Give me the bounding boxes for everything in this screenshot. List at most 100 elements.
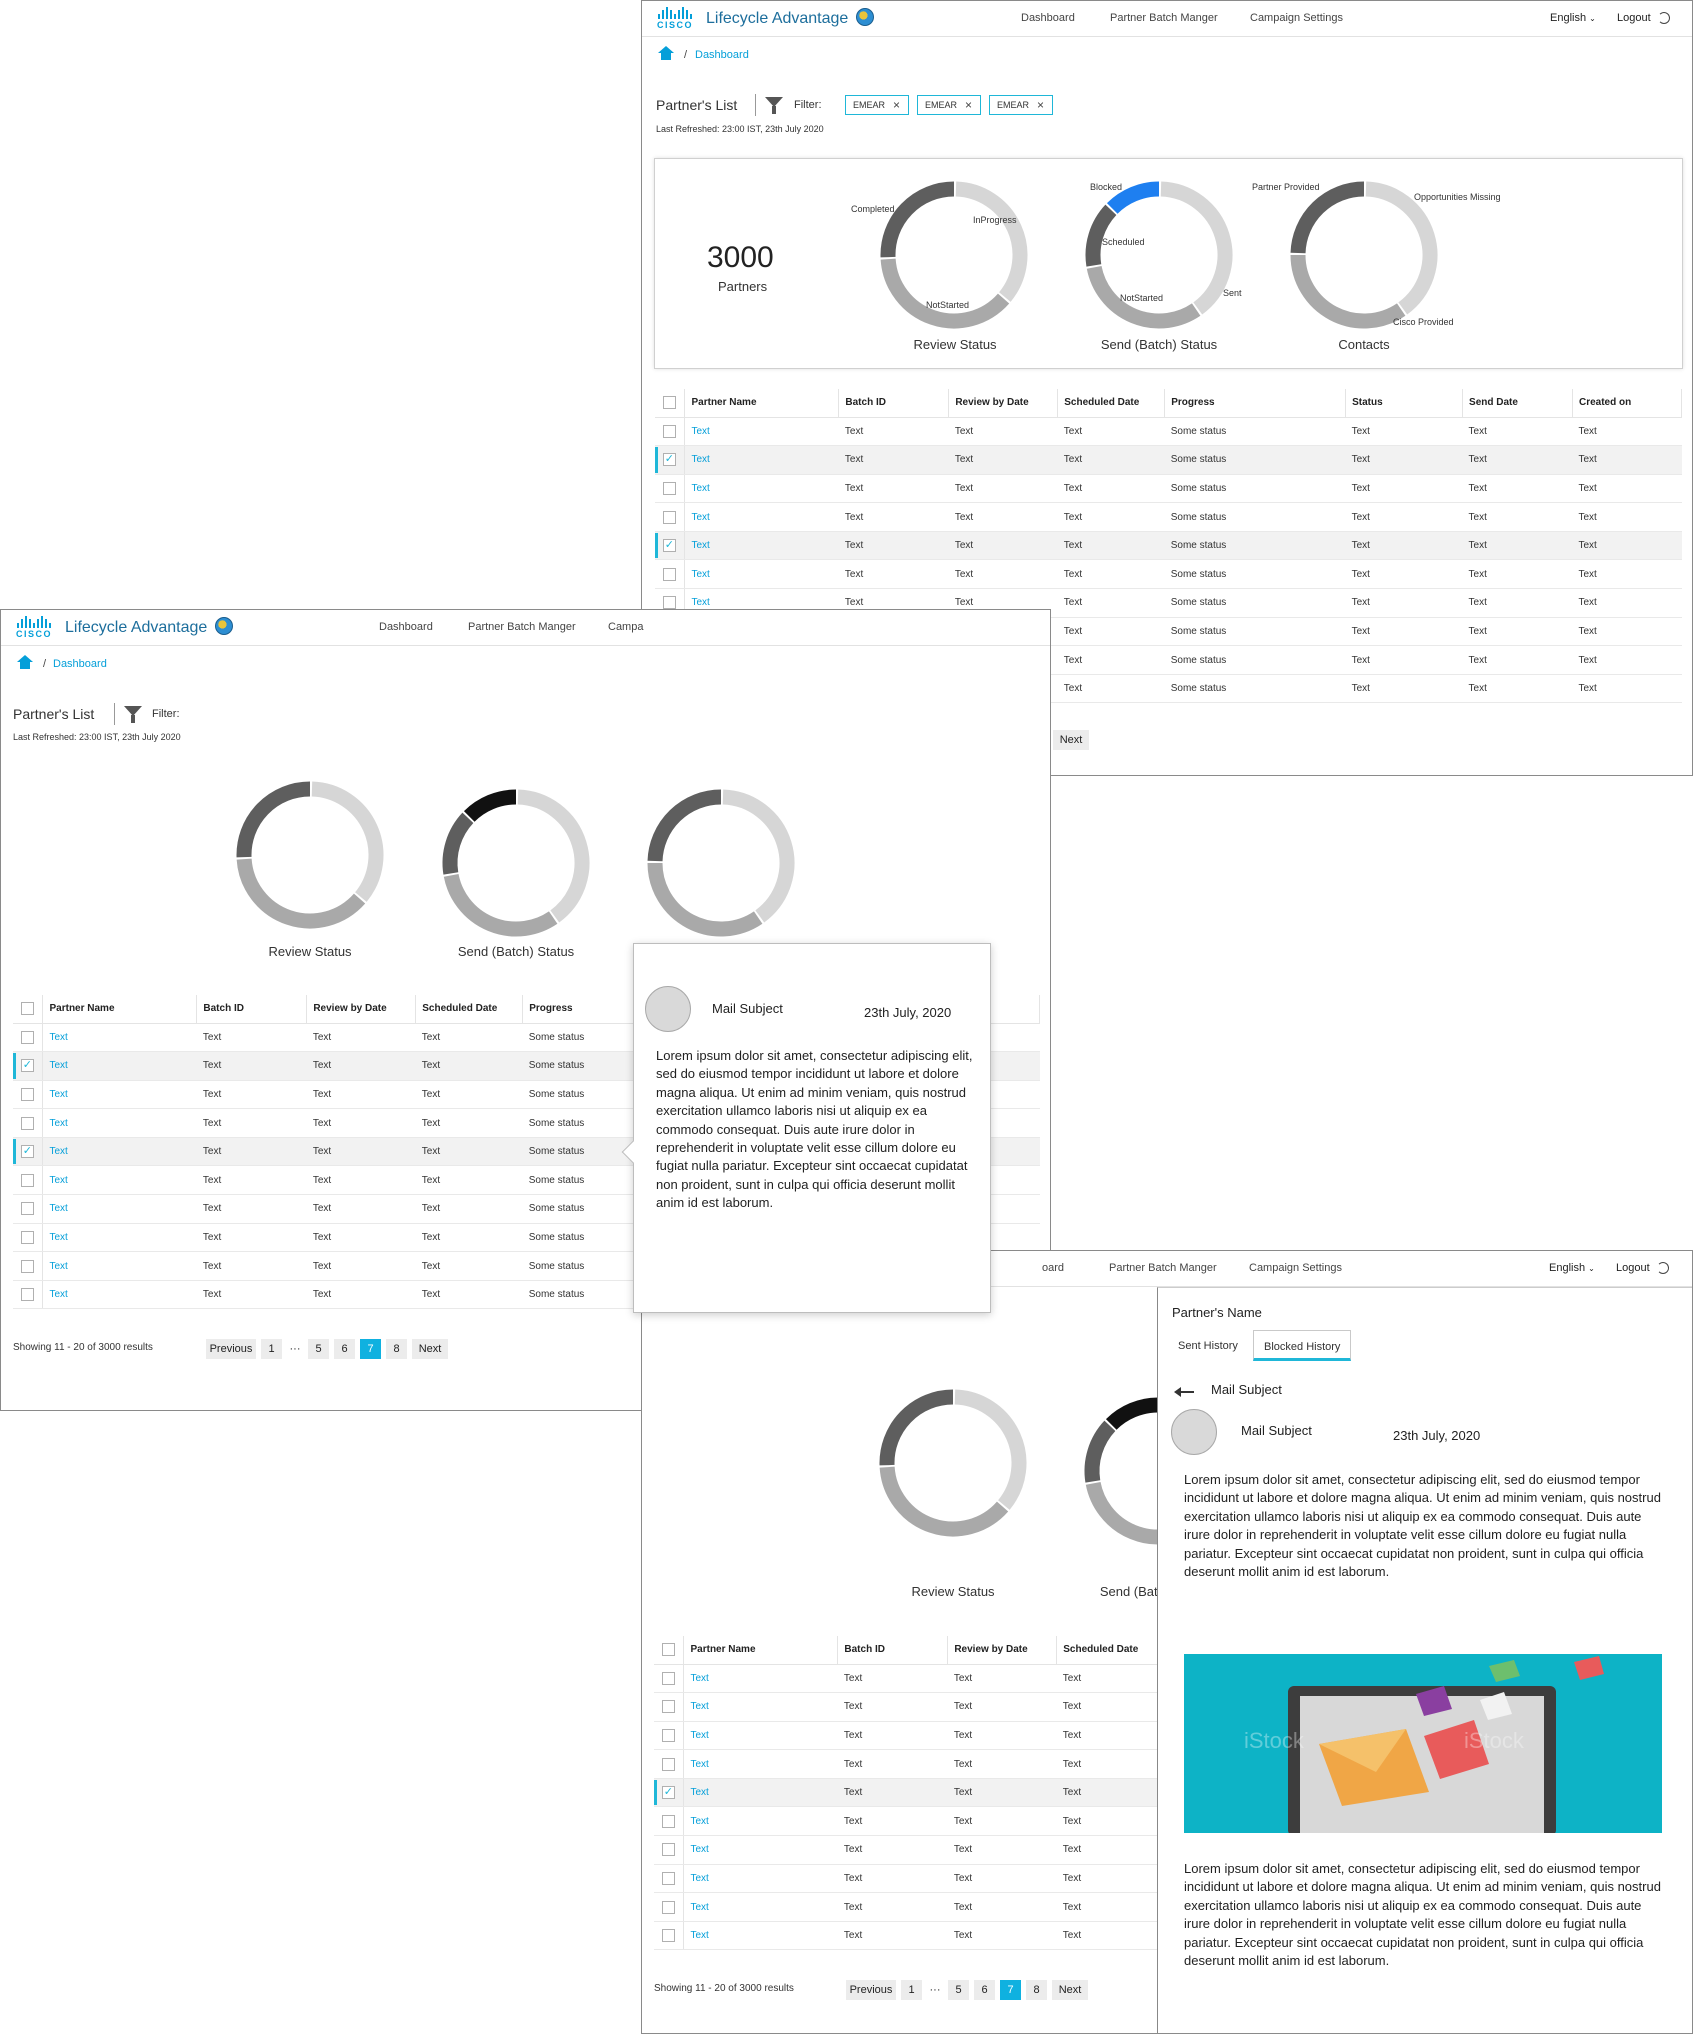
row-checkbox[interactable] — [20, 1202, 34, 1216]
row-checkbox[interactable] — [20, 1030, 34, 1044]
page-button[interactable]: 8 — [386, 1339, 407, 1359]
column-header[interactable]: Status — [1345, 389, 1464, 418]
page-button[interactable]: 8 — [1026, 1980, 1047, 2000]
breadcrumb-dashboard[interactable]: Dashboard — [53, 658, 107, 670]
partner-name-link[interactable]: Text — [42, 1080, 197, 1110]
page-button[interactable]: 5 — [948, 1980, 969, 2000]
row-checkbox[interactable] — [661, 1900, 675, 1914]
tab-sent-history[interactable]: Sent History — [1168, 1330, 1248, 1361]
close-icon[interactable]: × — [965, 98, 972, 112]
select-all-checkbox[interactable] — [662, 396, 676, 410]
row-checkbox[interactable] — [662, 596, 676, 610]
column-header[interactable]: Scheduled Date — [415, 995, 524, 1024]
row-checkbox[interactable] — [662, 567, 676, 581]
partner-name-link[interactable]: Text — [683, 1806, 838, 1837]
row-checkbox[interactable] — [661, 1929, 675, 1943]
row-checkbox[interactable] — [20, 1173, 34, 1187]
close-icon[interactable]: × — [1037, 98, 1044, 112]
tab-blocked-history[interactable]: Blocked History — [1253, 1330, 1352, 1361]
next-button[interactable]: Next — [1053, 730, 1089, 750]
breadcrumb-dashboard[interactable]: Dashboard — [695, 49, 749, 61]
partner-name-link[interactable]: Text — [683, 1921, 838, 1951]
nav-campaign-settings[interactable]: Campaign Settings — [1250, 12, 1343, 24]
nav-dashboard[interactable]: Dashboard — [379, 621, 433, 633]
row-checkbox[interactable] — [661, 1671, 675, 1685]
row-checkbox[interactable] — [662, 481, 676, 495]
row-checkbox[interactable] — [20, 1144, 34, 1159]
table-row[interactable]: TextTextTextTextSome statusTextTextText — [655, 445, 1682, 475]
row-checkbox[interactable] — [662, 510, 676, 524]
row-checkbox[interactable] — [661, 1728, 675, 1742]
page-button[interactable]: 7 — [360, 1339, 381, 1359]
column-header[interactable]: Created on — [1572, 389, 1683, 418]
column-header[interactable]: Batch ID — [837, 1636, 949, 1665]
table-row[interactable]: TextTextTextTextSome statusTextTextText — [655, 474, 1682, 504]
select-all-checkbox[interactable] — [661, 1643, 675, 1657]
filter-icon[interactable] — [765, 97, 783, 115]
partner-name-link[interactable]: Text — [683, 1778, 838, 1808]
partner-name-link[interactable]: Text — [683, 1664, 838, 1694]
column-header[interactable]: Progress — [1164, 389, 1347, 418]
column-header[interactable]: Partner Name — [683, 1636, 839, 1665]
select-all-checkbox[interactable] — [20, 1002, 34, 1016]
row-checkbox[interactable] — [661, 1757, 675, 1771]
column-header[interactable]: Partner Name — [42, 995, 198, 1024]
nav-dashboard[interactable]: oard — [1042, 1262, 1064, 1274]
partner-name-link[interactable]: Text — [684, 559, 839, 590]
filter-chip[interactable]: EMEAR × — [917, 95, 981, 115]
row-checkbox[interactable] — [20, 1087, 34, 1101]
next-button[interactable]: Next — [1052, 1980, 1088, 2000]
partner-name-link[interactable]: Text — [684, 502, 839, 532]
previous-button[interactable]: Previous — [206, 1339, 256, 1359]
nav-campaign-settings[interactable]: Campaign Settings — [1249, 1262, 1342, 1274]
column-header[interactable]: Partner Name — [684, 389, 840, 418]
partner-name-link[interactable]: Text — [684, 531, 839, 561]
language-select[interactable]: English ⌄ — [1550, 12, 1596, 24]
column-header[interactable]: Send Date — [1462, 389, 1573, 418]
partner-name-link[interactable]: Text — [42, 1108, 197, 1138]
page-button[interactable]: 7 — [1000, 1980, 1021, 2000]
partner-name-link[interactable]: Text — [684, 445, 839, 475]
next-button[interactable]: Next — [412, 1339, 448, 1359]
back-arrow-icon[interactable] — [1174, 1387, 1194, 1397]
page-button[interactable]: 6 — [974, 1980, 995, 2000]
partner-name-link[interactable]: Text — [42, 1194, 197, 1224]
table-row[interactable]: TextTextTextTextSome statusTextTextText — [655, 417, 1682, 447]
partner-name-link[interactable]: Text — [683, 1749, 838, 1779]
row-checkbox[interactable] — [662, 538, 676, 553]
home-icon[interactable] — [658, 46, 674, 60]
column-header[interactable]: Scheduled Date — [1057, 389, 1166, 418]
table-row[interactable]: TextTextTextTextSome statusTextTextText — [655, 502, 1682, 532]
close-icon[interactable]: × — [893, 98, 900, 112]
nav-partner-batch-manager[interactable]: Partner Batch Manger — [1109, 1262, 1217, 1274]
page-button[interactable]: 1 — [901, 1980, 922, 2000]
column-header[interactable]: Review by Date — [947, 1636, 1058, 1665]
row-checkbox[interactable] — [661, 1871, 675, 1885]
partner-name-link[interactable]: Text — [42, 1280, 197, 1310]
partner-name-link[interactable]: Text — [683, 1864, 838, 1894]
partner-name-link[interactable]: Text — [683, 1892, 838, 1922]
filter-icon[interactable] — [124, 706, 142, 724]
row-checkbox[interactable] — [20, 1058, 34, 1073]
row-checkbox[interactable] — [661, 1814, 675, 1828]
table-row[interactable]: TextTextTextTextSome statusTextTextText — [655, 559, 1682, 590]
partner-name-link[interactable]: Text — [42, 1137, 197, 1167]
filter-chip[interactable]: EMEAR × — [845, 95, 909, 115]
column-header[interactable]: Batch ID — [196, 995, 308, 1024]
partner-name-link[interactable]: Text — [42, 1023, 197, 1053]
column-header[interactable]: Review by Date — [306, 995, 417, 1024]
row-checkbox[interactable] — [662, 424, 676, 438]
row-checkbox[interactable] — [661, 1785, 675, 1800]
language-select[interactable]: English ⌄ — [1549, 1262, 1595, 1274]
page-button[interactable]: 1 — [261, 1339, 282, 1359]
nav-partner-batch-manager[interactable]: Partner Batch Manger — [468, 621, 576, 633]
row-checkbox[interactable] — [20, 1230, 34, 1244]
row-checkbox[interactable] — [661, 1700, 675, 1714]
row-checkbox[interactable] — [20, 1288, 34, 1302]
partner-name-link[interactable]: Text — [683, 1692, 838, 1722]
logout-link[interactable]: Logout — [1617, 12, 1651, 24]
row-checkbox[interactable] — [20, 1116, 34, 1130]
partner-name-link[interactable]: Text — [42, 1051, 197, 1081]
partner-name-link[interactable]: Text — [42, 1223, 197, 1253]
column-header[interactable]: Review by Date — [948, 389, 1059, 418]
